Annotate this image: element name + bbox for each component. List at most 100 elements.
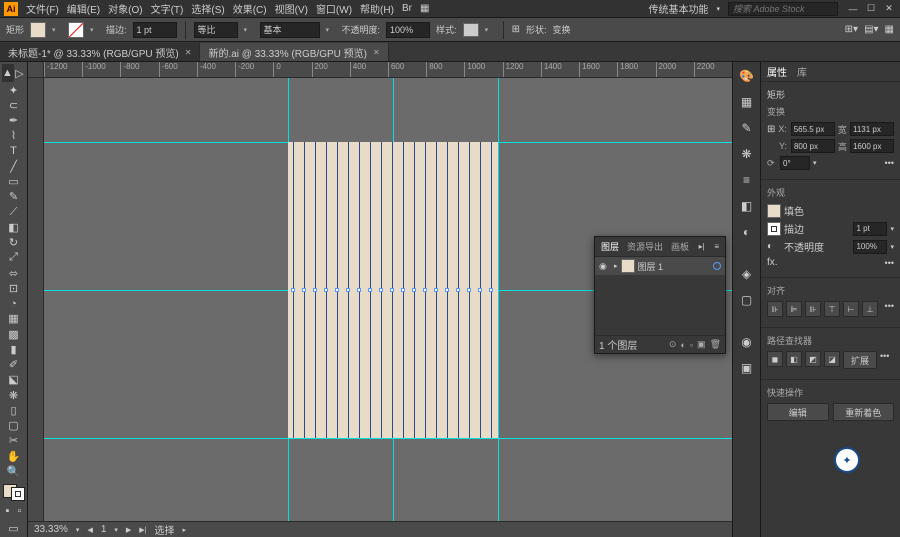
vertical-ruler[interactable]: [28, 78, 44, 521]
selection-tool[interactable]: ▲: [2, 64, 14, 82]
perspective-tool[interactable]: ▦: [2, 312, 26, 326]
h-input[interactable]: [850, 139, 894, 153]
menu-view[interactable]: 视图(V): [275, 1, 308, 16]
expand-icon[interactable]: ▸: [614, 262, 618, 270]
fill-dd[interactable]: ▾: [52, 26, 62, 34]
pref-icon[interactable]: ▤▾: [864, 24, 878, 35]
shape-builder-tool[interactable]: ◔: [2, 297, 26, 311]
stroke-weight-input[interactable]: [133, 22, 177, 38]
layers-panel[interactable]: 图层 资源导出 画板 ▸| ≡ ◉ ▸ 图层 1 1 个图层 ⊙ ◐ ▫ ▣ 🗑: [594, 236, 726, 354]
pf-expand[interactable]: 扩展: [843, 351, 877, 369]
stock-search-input[interactable]: [728, 2, 838, 16]
screen-mode[interactable]: ▭: [2, 521, 26, 535]
angle-input[interactable]: [780, 156, 810, 170]
visibility-icon[interactable]: ◉: [599, 261, 611, 272]
magic-wand-tool[interactable]: ✦: [2, 83, 26, 97]
properties-tab[interactable]: 属性: [767, 64, 787, 79]
close-icon[interactable]: ✕: [373, 48, 380, 57]
scale-tool[interactable]: ⤢: [2, 251, 26, 265]
menu-window[interactable]: 窗口(W): [316, 1, 352, 16]
asset-export-tab[interactable]: 资源导出: [627, 240, 663, 253]
pen-tool[interactable]: ✒: [2, 114, 26, 128]
pf-unite[interactable]: ◼: [767, 351, 783, 367]
guide-v[interactable]: [498, 78, 499, 521]
artboards-tab[interactable]: 画板: [671, 240, 689, 253]
window-minimize[interactable]: —: [846, 3, 860, 15]
menu-edit[interactable]: 编辑(E): [67, 1, 100, 16]
artboards-panel-icon[interactable]: ▢: [737, 290, 757, 310]
new-sublayer-icon[interactable]: ▫: [690, 340, 693, 350]
workspace-switcher[interactable]: 传统基本功能: [648, 1, 708, 16]
x-input[interactable]: [791, 122, 835, 136]
graphic-styles-panel-icon[interactable]: ▣: [737, 358, 757, 378]
style-swatch[interactable]: [463, 23, 479, 37]
guide-h[interactable]: [44, 438, 732, 439]
menu-help[interactable]: 帮助(H): [360, 1, 394, 16]
pf-intersect[interactable]: ◩: [805, 351, 821, 367]
stroke-weight[interactable]: [853, 222, 887, 236]
align-hcenter[interactable]: ⊫: [786, 301, 802, 317]
swatches-panel-icon[interactable]: ▦: [737, 92, 757, 112]
eraser-tool[interactable]: ◧: [2, 220, 26, 234]
align-icon[interactable]: ⊞: [512, 24, 520, 35]
opacity-input[interactable]: [386, 22, 430, 38]
fill-proxy[interactable]: [767, 204, 781, 218]
close-icon[interactable]: ✕: [185, 48, 192, 57]
zoom-tool[interactable]: 🔍: [2, 464, 26, 478]
brushes-panel-icon[interactable]: ✎: [737, 118, 757, 138]
rotate-tool[interactable]: ↻: [2, 236, 26, 250]
layers-tab[interactable]: 图层: [601, 240, 619, 253]
free-transform-tool[interactable]: ⊡: [2, 281, 26, 295]
libraries-tab[interactable]: 库: [797, 64, 807, 79]
selected-artwork[interactable]: [288, 142, 498, 438]
mesh-tool[interactable]: ▩: [2, 327, 26, 341]
doc-tab-2[interactable]: 新的.ai @ 33.33% (RGB/GPU 预览)✕: [200, 43, 388, 61]
align-bottom[interactable]: ⊥: [862, 301, 878, 317]
zoom-display[interactable]: 33.33%: [34, 524, 68, 535]
align-left[interactable]: ⊪: [767, 301, 783, 317]
gradient-panel-icon[interactable]: ◧: [737, 196, 757, 216]
appearance-panel-icon[interactable]: ◉: [737, 332, 757, 352]
gradient-tool[interactable]: ▮: [2, 342, 26, 356]
align-right[interactable]: ⊪: [805, 301, 821, 317]
fill-stroke-proxy[interactable]: [3, 484, 25, 501]
shaper-tool[interactable]: ⟋: [2, 205, 26, 219]
symbols-panel-icon[interactable]: ❋: [737, 144, 757, 164]
selection-indicator[interactable]: [713, 262, 721, 270]
direct-select-tool[interactable]: ▷: [14, 64, 26, 82]
curvature-tool[interactable]: ⌇: [2, 129, 26, 143]
pf-minus[interactable]: ◧: [786, 351, 802, 367]
fx-button[interactable]: fx.: [767, 257, 778, 268]
menu-select[interactable]: 选择(S): [191, 1, 224, 16]
eyedropper-tool[interactable]: ✐: [2, 358, 26, 372]
menu-object[interactable]: 对象(O): [108, 1, 142, 16]
w-input[interactable]: [850, 122, 894, 136]
more-options-icon[interactable]: •••: [885, 258, 894, 268]
transform-link[interactable]: 变换: [552, 23, 570, 36]
type-tool[interactable]: T: [2, 144, 26, 158]
transparency-panel-icon[interactable]: ◐: [737, 222, 757, 242]
menu-type[interactable]: 文字(T): [151, 1, 184, 16]
menu-effect[interactable]: 效果(C): [233, 1, 267, 16]
symbol-sprayer-tool[interactable]: ❋: [2, 388, 26, 402]
window-close[interactable]: ✕: [882, 3, 896, 15]
rectangle-tool[interactable]: ▭: [2, 175, 26, 189]
edit-button[interactable]: 编辑: [767, 403, 829, 421]
gradient-mode[interactable]: ▫: [14, 502, 26, 520]
panel-menu-icon[interactable]: ≡: [714, 242, 719, 251]
window-maximize[interactable]: ☐: [864, 3, 878, 15]
more-options-icon[interactable]: •••: [885, 301, 894, 317]
doc-tab-1[interactable]: 未标题-1* @ 33.33% (RGB/GPU 预览)✕: [0, 43, 200, 61]
more-options-icon[interactable]: •••: [880, 351, 889, 369]
stroke-panel-icon[interactable]: ≡: [737, 170, 757, 190]
more-options-icon[interactable]: •••: [885, 158, 894, 168]
locate-icon[interactable]: ⊙: [669, 339, 677, 350]
stroke-profile[interactable]: [194, 22, 238, 38]
layers-panel-icon[interactable]: ◈: [737, 264, 757, 284]
blend-tool[interactable]: ⬕: [2, 373, 26, 387]
brush-tool[interactable]: ✎: [2, 190, 26, 204]
align-top[interactable]: ⊤: [824, 301, 840, 317]
view-icon[interactable]: ▦: [885, 24, 894, 35]
color-mode[interactable]: ▪: [2, 502, 14, 520]
layer-row[interactable]: ◉ ▸ 图层 1: [595, 257, 725, 275]
